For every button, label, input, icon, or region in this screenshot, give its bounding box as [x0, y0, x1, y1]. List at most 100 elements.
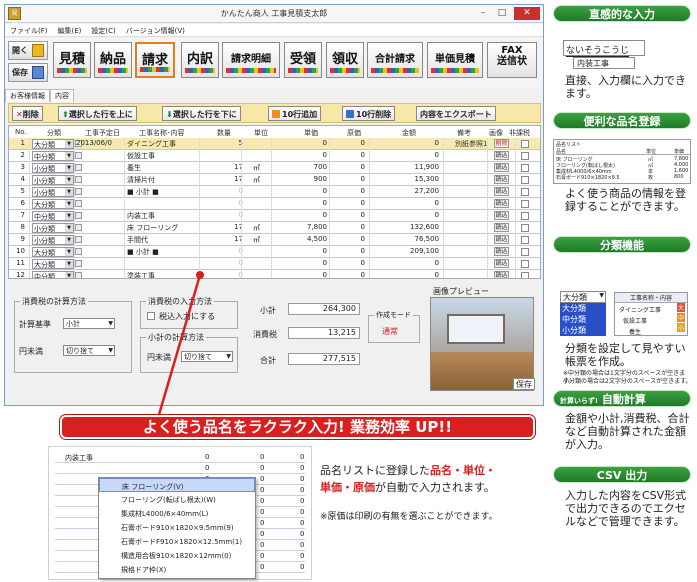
price-cell[interactable]: 0	[323, 259, 327, 267]
close-icon[interactable]: ✕	[514, 7, 540, 20]
image-button[interactable]: 読込	[494, 151, 509, 160]
tab-customer-info[interactable]: お客様情報	[5, 89, 50, 102]
name-cell[interactable]: 内装工事	[127, 211, 155, 221]
suggestion-item[interactable]: 集成材L4000/6×40mm(L)	[99, 506, 255, 520]
table-row[interactable]: 12中分類▼塗装工事0000読込	[9, 270, 540, 278]
cost-cell[interactable]: 0	[361, 199, 365, 207]
name-cell[interactable]: ■ 小計 ■	[127, 187, 159, 197]
amount-cell[interactable]: 0	[435, 259, 439, 267]
price-cell[interactable]: 0	[323, 247, 327, 255]
price-cell[interactable]: 0	[323, 187, 327, 195]
table-row[interactable]: 10大分類▼■ 小計 ■000209,100読込	[9, 246, 540, 258]
cost-cell[interactable]: 0	[361, 187, 365, 195]
amount-cell[interactable]: 11,900	[415, 163, 440, 171]
date-picker-icon[interactable]	[75, 260, 82, 267]
table-row[interactable]: 2 中分類 ▼ 仮設工事 0 0 0 読込	[9, 150, 540, 162]
maximize-icon[interactable]: □	[494, 7, 510, 20]
name-cell[interactable]: ダイニング工事	[127, 139, 176, 149]
image-button[interactable]: 読込	[494, 175, 509, 184]
price-cell[interactable]: 0	[323, 139, 327, 147]
minimize-icon[interactable]: –	[475, 7, 491, 20]
taxfree-checkbox[interactable]	[521, 248, 529, 256]
image-button[interactable]: 読込	[494, 271, 509, 278]
date-picker-icon[interactable]	[75, 272, 82, 278]
date-picker-icon[interactable]	[75, 200, 82, 207]
cost-cell[interactable]: 0	[361, 271, 365, 278]
table-row[interactable]: 7中分類▼内装工事0000読込	[9, 210, 540, 222]
image-button[interactable]: 読込	[494, 223, 509, 232]
save-button[interactable]: 保存	[8, 63, 48, 82]
unit-cell[interactable]: ㎡	[253, 223, 260, 233]
amount-cell[interactable]: 209,100	[410, 247, 439, 255]
tab-receipt[interactable]: 領収	[326, 42, 364, 78]
suggestion-item[interactable]: 規格ドア枠(X)	[99, 562, 255, 576]
taxfree-checkbox[interactable]	[521, 176, 529, 184]
image-button[interactable]: 読込	[494, 235, 509, 244]
category-select[interactable]: 小分類 ▼	[32, 235, 74, 245]
price-cell[interactable]: 4,500	[307, 235, 327, 243]
taxfree-checkbox[interactable]	[521, 260, 529, 268]
unit-cell[interactable]: ㎡	[253, 175, 260, 185]
name-cell[interactable]: ■ 小計 ■	[127, 247, 159, 257]
cost-cell[interactable]: 0	[361, 211, 365, 219]
image-button[interactable]: 読込	[494, 211, 509, 220]
cost-cell[interactable]: 0	[361, 247, 365, 255]
category-select[interactable]: 大分類 ▼	[32, 247, 74, 257]
tab-invoice-detail[interactable]: 請求明細	[222, 42, 280, 78]
cost-cell[interactable]: 0	[361, 235, 365, 243]
taxfree-checkbox[interactable]	[521, 224, 529, 232]
taxfree-checkbox[interactable]	[521, 236, 529, 244]
demo-name-cell[interactable]: 内装工事	[65, 453, 93, 463]
image-button[interactable]: 読込	[494, 247, 509, 256]
price-cell[interactable]: 900	[314, 175, 327, 183]
cost-cell[interactable]: 0	[361, 259, 365, 267]
date-picker-icon[interactable]	[75, 164, 82, 171]
date-cell[interactable]: 2013/06/0	[76, 139, 112, 147]
amount-cell[interactable]: 0	[435, 199, 439, 207]
date-picker-icon[interactable]	[75, 152, 82, 159]
category-select[interactable]: 小分類 ▼	[32, 223, 74, 233]
price-cell[interactable]: 0	[323, 151, 327, 159]
amount-cell[interactable]: 27,200	[415, 187, 440, 195]
menu-file[interactable]: ファイル(F)	[5, 24, 53, 38]
subtotal-rounding-select[interactable]: 切り捨て ▼	[181, 351, 233, 362]
cost-cell[interactable]: 0	[361, 151, 365, 159]
table-row[interactable]: 8 小分類 ▼ 床 フローリング 17 ㎡ 7,800 0 132,600 読込	[9, 222, 540, 234]
tab-estimate[interactable]: 見積	[53, 42, 91, 78]
menu-edit[interactable]: 編集(E)	[53, 24, 87, 38]
menu-settings[interactable]: 設定(C)	[86, 24, 120, 38]
image-button[interactable]: 読込	[494, 187, 509, 196]
table-row[interactable]: 6大分類▼0000読込	[9, 198, 540, 210]
taxfree-checkbox[interactable]	[521, 188, 529, 196]
name-cell[interactable]: 仮設工事	[127, 151, 155, 161]
taxfree-checkbox[interactable]	[521, 164, 529, 172]
cost-cell[interactable]: 0	[361, 139, 365, 147]
price-cell[interactable]: 7,800	[307, 223, 327, 231]
table-row[interactable]: 9 小分類 ▼ 手間代 17 ㎡ 4,500 0 76,500 読込	[9, 234, 540, 246]
category-select[interactable]: 小分類 ▼	[32, 187, 74, 197]
category-select[interactable]: 大分類 ▼	[32, 139, 74, 149]
cost-cell[interactable]: 0	[361, 163, 365, 171]
category-select[interactable]: 中分類 ▼	[32, 271, 74, 278]
suggestion-item[interactable]: 石膏ボードF910×1820×12.5mm(1)	[99, 534, 255, 548]
table-row[interactable]: 5小分類▼■ 小計 ■00027,200読込	[9, 186, 540, 198]
tab-invoice[interactable]: 請求	[135, 42, 175, 78]
category-select[interactable]: 大分類 ▼	[32, 199, 74, 209]
image-button[interactable]: 読込	[494, 163, 509, 172]
suggestion-item[interactable]: フローリング(転ばし根太)(W)	[99, 492, 255, 506]
image-button[interactable]: 読込	[494, 199, 509, 208]
menu-version[interactable]: バージョン情報(V)	[121, 24, 190, 38]
tab-unit-estimate[interactable]: 単価見積	[427, 42, 483, 78]
image-button[interactable]: 削除	[494, 139, 509, 148]
name-cell[interactable]: 清掃片付	[127, 175, 155, 185]
category-select[interactable]: 中分類 ▼	[32, 151, 74, 161]
taxfree-checkbox[interactable]	[521, 152, 529, 160]
price-cell[interactable]: 0	[323, 199, 327, 207]
suggestion-item[interactable]: 石膏ボード910×1820×9.5mm(9)	[99, 520, 255, 534]
suggestion-item[interactable]: 床 フローリング(V)	[99, 478, 255, 492]
note-cell[interactable]: 別紙参照1	[455, 139, 487, 149]
move-down-button[interactable]: ⬇選択した行を下に	[162, 106, 241, 121]
category-select[interactable]: 大分類 ▼	[32, 259, 74, 269]
tab-receipt-received[interactable]: 受領	[284, 42, 322, 78]
category-select[interactable]: 中分類 ▼	[32, 211, 74, 221]
